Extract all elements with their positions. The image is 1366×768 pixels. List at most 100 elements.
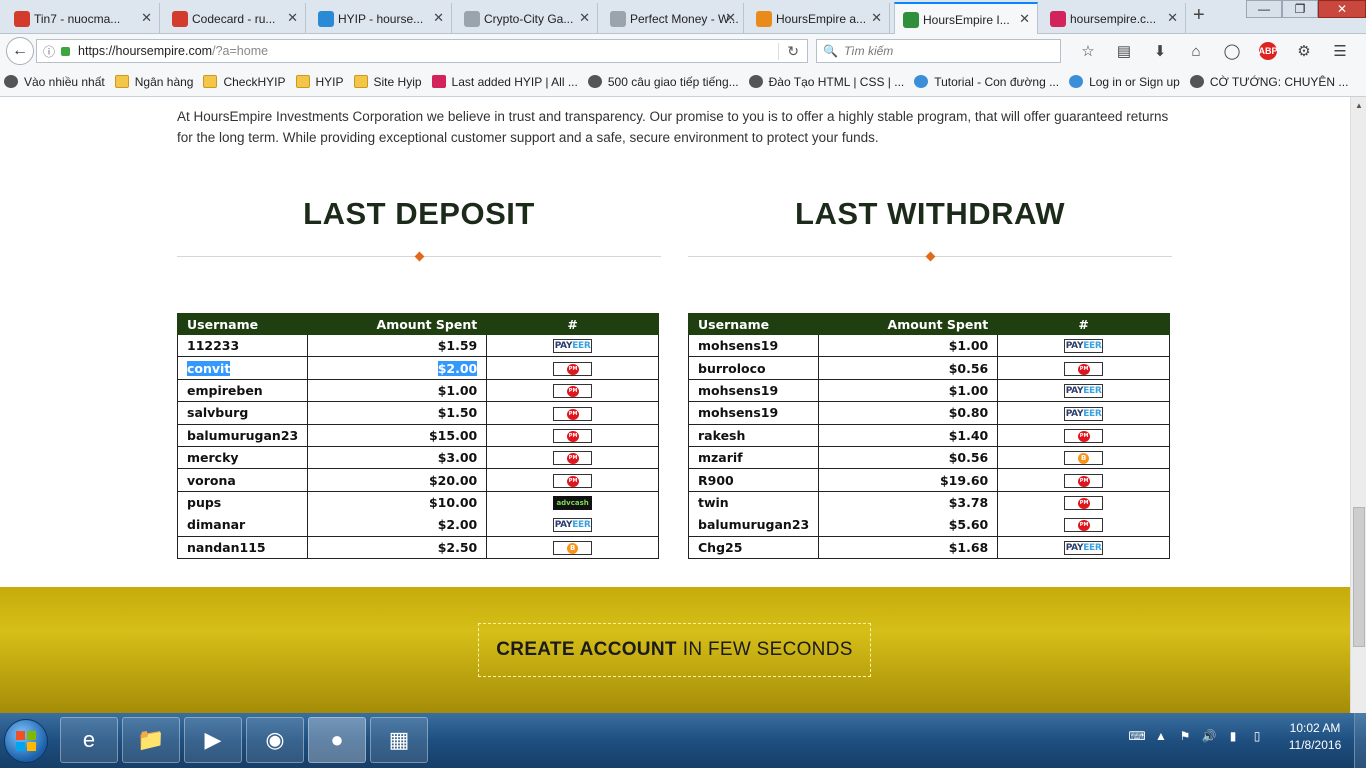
browser-tab[interactable]: Codecard - ru... ✕ [164,3,306,34]
amount-td: $20.00 [307,468,488,492]
payment-method-td [486,468,659,492]
browser-tab[interactable]: Crypto-City Ga... ✕ [456,3,598,34]
bookmark-item[interactable]: Log in or Sign up [1069,75,1180,89]
bookmark-item[interactable]: Đào Tạo HTML | CSS | ... [748,75,904,89]
perfect-money-icon [1064,361,1104,376]
globe-icon [1189,75,1204,88]
username-cell: dimanar [187,517,246,533]
tab-label: HoursEmpire I... [923,12,1010,27]
pocket-icon[interactable]: ◯ [1214,40,1250,62]
reading-list-icon[interactable]: ▤ [1106,40,1142,62]
bookmark-item[interactable]: Tutorial - Con đường ... [914,75,1059,89]
browser-tab[interactable]: hoursempire.c... ✕ [1042,3,1186,34]
new-tab-button[interactable]: + [1193,4,1205,27]
start-button[interactable] [4,719,48,763]
maximize-button[interactable]: ❐ [1282,0,1318,18]
calculator-taskbar-icon[interactable]: ▦ [370,717,428,763]
browser-tab[interactable]: Perfect Money - W... ✕ [602,3,744,34]
extension-icon[interactable]: ⚙ [1286,40,1322,62]
media-player-taskbar-icon[interactable]: ▶ [184,717,242,763]
bookmark-item[interactable]: Site Hyip [353,75,422,89]
username-cell: Chg25 [698,539,743,555]
browser-tab[interactable]: HoursEmpire a... ✕ [748,3,890,34]
bookmark-item[interactable]: Last added HYIP | All ... [431,74,578,89]
payment-method-td [997,468,1170,492]
volume-icon[interactable]: 🔊 [1197,729,1221,743]
table-row: balumurugan23 $5.60 [687,513,1170,537]
download-icon[interactable]: ⬇ [1142,40,1178,62]
column-payment: # [997,313,1170,335]
username-cell: mohsens19 [698,382,779,398]
payment-method-td [997,445,1170,470]
show-desktop-button[interactable] [1354,713,1366,768]
amount-td: $1.00 [818,333,999,358]
close-tab-icon[interactable]: ✕ [287,10,298,26]
home-icon[interactable]: ⌂ [1178,40,1214,62]
username-cell: mohsens19 [698,338,779,354]
url-text[interactable]: https://hoursempire.com/?a=home [78,44,268,58]
username-td: mohsens19 [687,401,820,425]
keyboard-icon[interactable]: ⌨ [1125,729,1149,743]
username-cell: balumurugan23 [698,517,810,533]
username-cell: rakesh [698,427,746,443]
bookmark-item[interactable]: CỜ TƯỚNG: CHUYÊN ... [1189,75,1348,89]
firefox-taskbar-icon[interactable]: ● [308,717,366,763]
a-icon [1050,11,1066,27]
bookmark-item[interactable]: 500 câu giao tiếp tiếng... [587,75,739,89]
browser-tab[interactable]: HYIP - hourse... ✕ [310,3,452,34]
close-tab-icon[interactable]: ✕ [725,10,736,26]
window-controls: — ❐ ✕ [1246,0,1366,18]
action-center-icon[interactable]: ⚑ [1173,729,1197,743]
payment-method-td: advcash [486,490,659,514]
page-scrollbar[interactable]: ▲ ▼ [1350,97,1366,731]
scroll-thumb[interactable] [1353,507,1365,647]
username-cell: balumurugan23 [187,427,299,443]
create-account-button[interactable]: CREATE ACCOUNT IN FEW SECONDS [478,623,871,677]
bookmark-item[interactable]: CheckHYIP [203,75,286,89]
create-account-bold: CREATE ACCOUNT [496,639,677,660]
scroll-up-arrow-icon[interactable]: ▲ [1351,97,1366,113]
close-window-button[interactable]: ✕ [1318,0,1366,18]
back-button[interactable]: ← [6,37,34,65]
close-tab-icon[interactable]: ✕ [141,10,152,26]
reload-icon[interactable]: ↻ [778,43,799,60]
bookmark-star-icon[interactable]: ☆ [1070,40,1106,62]
close-tab-icon[interactable]: ✕ [871,10,882,26]
address-bar[interactable]: ⓘ https://hoursempire.com/?a=home ↻ [36,39,808,63]
username-td: dimanar [176,513,309,537]
username-td: balumurugan23 [176,423,309,447]
network-icon[interactable]: ▮ [1221,729,1245,743]
file-explorer-taskbar-icon[interactable]: 📁 [122,717,180,763]
close-tab-icon[interactable]: ✕ [579,10,590,26]
perfect-money-icon [1064,429,1104,443]
username-td: mohsens19 [687,333,820,358]
chrome-taskbar-icon[interactable]: ◉ [246,717,304,763]
search-input[interactable]: 🔍 Tìm kiếm [816,39,1061,63]
bookmark-item[interactable]: HYIP [295,75,344,89]
power-icon[interactable]: ▯ [1245,729,1269,743]
folder-icon [295,75,310,88]
close-tab-icon[interactable]: ✕ [433,10,444,26]
info-icon[interactable]: ⓘ [43,43,55,60]
adblock-icon[interactable]: ABP [1250,40,1286,62]
system-tray: ⌨ ▲ ⚑ 🔊 ▮ ▯ [1125,729,1269,743]
show-hidden-icons-icon[interactable]: ▲ [1149,729,1173,743]
bookmark-label: Ngân hàng [134,74,194,89]
arrow-left-icon: ← [12,42,28,59]
bookmark-label: Last added HYIP | All ... [451,74,578,89]
username-td: vorona [176,468,309,492]
amount-td: $1.00 [818,378,999,403]
internet-explorer-taskbar-icon[interactable]: e [60,717,118,763]
gmail-icon [14,11,30,27]
browser-tab[interactable]: HoursEmpire I... ✕ [894,2,1038,35]
bookmark-item[interactable]: Ngân hàng [114,74,194,89]
close-tab-icon[interactable]: ✕ [1019,11,1030,27]
close-tab-icon[interactable]: ✕ [1167,10,1178,26]
payeer-icon: PAYEER [1064,540,1104,555]
amount-td: $1.68 [818,535,999,559]
minimize-button[interactable]: — [1246,0,1282,18]
bookmark-item[interactable]: Vào nhiều nhất [4,75,105,89]
system-clock[interactable]: 10:02 AM 11/8/2016 [1283,720,1347,754]
browser-tab[interactable]: Tin7 - nuocma... ✕ [6,3,160,34]
menu-icon[interactable]: ☰ [1322,40,1358,62]
